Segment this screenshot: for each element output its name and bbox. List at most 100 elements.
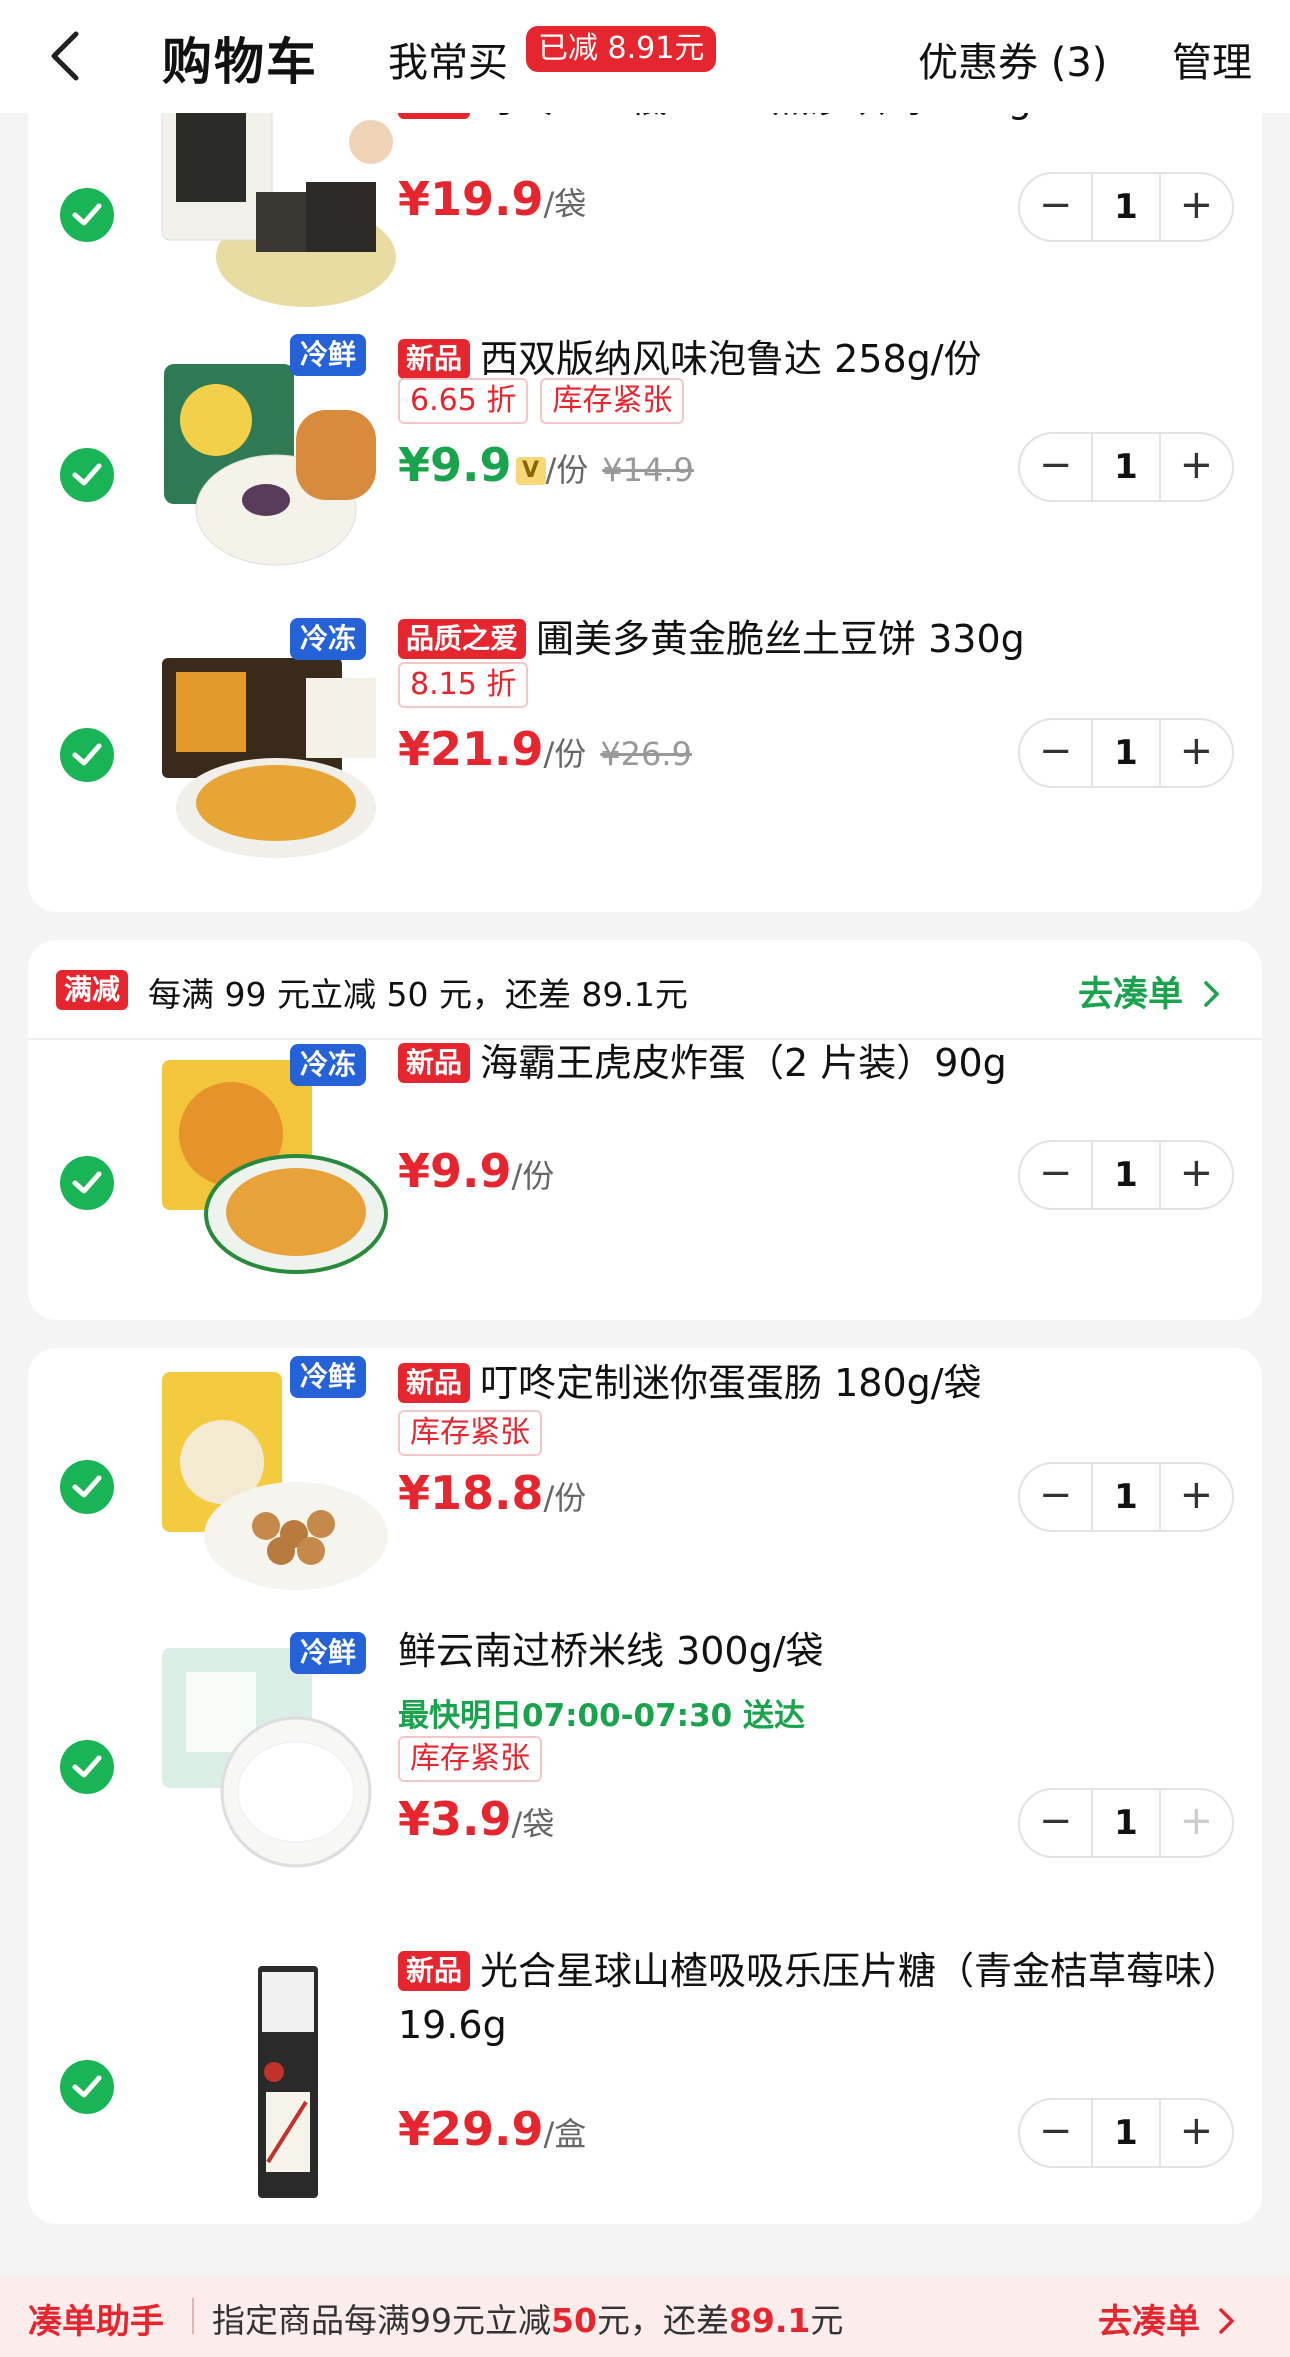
- product-image[interactable]: [156, 82, 396, 322]
- product-price: ¥3.9/袋: [398, 1792, 555, 1846]
- quantity-value[interactable]: 1: [1091, 720, 1161, 786]
- item-checkbox[interactable]: [60, 1460, 114, 1514]
- top-bar: 购物车 我常买 已减 8.91元 优惠券 (3) 管理: [0, 0, 1290, 113]
- decrease-button[interactable]: −: [1020, 172, 1091, 242]
- tab-frequent[interactable]: 我常买: [388, 30, 508, 88]
- product-name[interactable]: 鲜云南过桥米线 300g/袋: [398, 1624, 1248, 1678]
- promo-chips: 8.15 折: [398, 662, 529, 708]
- item-checkbox[interactable]: [60, 448, 114, 502]
- product-price: ¥9.9 V/份 ¥14.9: [398, 438, 694, 492]
- promo-chips: 6.65 折 库存紧张: [398, 378, 685, 424]
- product-image[interactable]: [156, 350, 396, 590]
- cart-item: 新品 光合星球山楂吸吸乐压片糖（青金桔草莓味）19.6g ¥29.9/盒 − 1 …: [28, 1948, 1262, 2224]
- quantity-value[interactable]: 1: [1091, 1790, 1161, 1856]
- product-name[interactable]: 新品 叮咚定制迷你蛋蛋肠 180g/袋: [398, 1356, 1248, 1410]
- cart-group-card: 冷鲜 新品 叮咚定制迷你蛋蛋肠 180g/袋 库存紧张 ¥18.8/份 − 1 +: [28, 1348, 1262, 2224]
- promo-tag: 满减: [56, 970, 129, 1010]
- quantity-stepper: − 1 +: [1018, 1788, 1234, 1858]
- quantity-stepper: − 1 +: [1018, 2098, 1234, 2168]
- add-on-link[interactable]: 去凑单: [1078, 966, 1221, 1017]
- product-image[interactable]: [156, 1962, 396, 2202]
- product-label: 新品: [398, 1951, 471, 1991]
- helper-description: 指定商品每满99元立减50元，还差89.1元: [212, 2301, 844, 2340]
- frozen-tag: 冷冻: [290, 1044, 367, 1086]
- product-label: 新品: [398, 1363, 471, 1403]
- product-label: 新品: [398, 1043, 471, 1083]
- cold-chain-tag: 冷鲜: [290, 334, 367, 376]
- cart-item: 冷冻 新品 海霸王虎皮炸蛋（2 片装）90g ¥9.9/份 − 1 +: [28, 1040, 1262, 1320]
- decrease-button[interactable]: −: [1020, 1140, 1091, 1210]
- decrease-button[interactable]: −: [1020, 432, 1091, 502]
- cart-group-card: 新品叮咚 V5 低 GI 五黑沙琪玛 360g ¥19.9/袋 − 1 + 冷鲜: [28, 76, 1262, 912]
- quantity-stepper: − 1 +: [1018, 1462, 1234, 1532]
- manage-button[interactable]: 管理: [1172, 30, 1252, 88]
- low-stock-chip: 库存紧张: [540, 378, 685, 424]
- chevron-right-icon: [1219, 2308, 1235, 2334]
- cold-chain-tag: 冷鲜: [290, 1356, 367, 1398]
- chevron-right-icon: [1204, 981, 1220, 1007]
- low-stock-chip: 库存紧张: [398, 1410, 542, 1456]
- increase-button[interactable]: +: [1161, 172, 1232, 242]
- product-label: 新品: [398, 339, 471, 379]
- product-price: ¥21.9/份 ¥26.9: [398, 722, 692, 776]
- low-stock-chip: 库存紧张: [398, 1736, 542, 1782]
- decrease-button[interactable]: −: [1020, 1788, 1091, 1858]
- product-label: 品质之爱: [398, 619, 527, 659]
- promo-chips: 库存紧张: [398, 1410, 542, 1456]
- cart-item: 冷冻 品质之爱 圃美多黄金脆丝土豆饼 330g 8.15 折 ¥21.9/份 ¥26…: [28, 616, 1262, 912]
- delivery-time: 最快明日07:00-07:30 送达: [398, 1698, 806, 1734]
- promo-text: 每满 99 元立减 50 元，还差 89.1元: [148, 975, 688, 1014]
- product-name[interactable]: 新品 光合星球山楂吸吸乐压片糖（青金桔草莓味）19.6g: [398, 1944, 1248, 2052]
- discount-chip: 8.15 折: [398, 662, 529, 708]
- increase-button[interactable]: +: [1161, 1140, 1232, 1210]
- add-on-button[interactable]: 去凑单: [1098, 2294, 1236, 2343]
- item-checkbox[interactable]: [60, 728, 114, 782]
- product-price: ¥18.8/份: [398, 1466, 587, 1520]
- decrease-button[interactable]: −: [1020, 2098, 1091, 2168]
- quantity-stepper: − 1 +: [1018, 718, 1234, 788]
- item-checkbox[interactable]: [60, 188, 114, 242]
- increase-button[interactable]: +: [1161, 1462, 1232, 1532]
- decrease-button[interactable]: −: [1020, 1462, 1091, 1532]
- product-name[interactable]: 品质之爱 圃美多黄金脆丝土豆饼 330g: [398, 612, 1248, 666]
- quantity-value[interactable]: 1: [1091, 1464, 1161, 1530]
- coupon-button[interactable]: 优惠券 (3): [918, 30, 1107, 88]
- add-on-helper-bar: 凑单助手 指定商品每满99元立减50元，还差89.1元 去凑单: [0, 2276, 1290, 2357]
- product-price: ¥19.9/袋: [398, 172, 587, 226]
- page-title: 购物车: [162, 33, 318, 91]
- item-checkbox[interactable]: [60, 1156, 114, 1210]
- product-image[interactable]: [156, 638, 396, 878]
- increase-button[interactable]: +: [1161, 718, 1232, 788]
- cart-item: 冷鲜 鲜云南过桥米线 300g/袋 最快明日07:00-07:30 送达 库存紧…: [28, 1628, 1262, 1948]
- product-image[interactable]: [156, 1054, 396, 1294]
- promo-row: 满减 每满 99 元立减 50 元，还差 89.1元 去凑单: [28, 940, 1262, 1040]
- quantity-stepper: − 1 +: [1018, 432, 1234, 502]
- quantity-value[interactable]: 1: [1091, 1142, 1161, 1208]
- helper-title: 凑单助手: [28, 2302, 164, 2342]
- quantity-stepper: − 1 +: [1018, 1140, 1234, 1210]
- cart-item: 冷鲜 新品 叮咚定制迷你蛋蛋肠 180g/袋 库存紧张 ¥18.8/份 − 1 +: [28, 1348, 1262, 1628]
- promo-chips: 库存紧张: [398, 1736, 542, 1782]
- quantity-value[interactable]: 1: [1091, 174, 1161, 240]
- frozen-tag: 冷冻: [290, 618, 367, 660]
- product-name[interactable]: 新品 海霸王虎皮炸蛋（2 片装）90g: [398, 1036, 1248, 1090]
- back-icon[interactable]: [44, 30, 88, 82]
- item-checkbox[interactable]: [60, 1740, 114, 1794]
- promo-group-card: 满减 每满 99 元立减 50 元，还差 89.1元 去凑单 冷冻 新品 海霸王虎…: [28, 940, 1262, 1320]
- increase-button[interactable]: +: [1161, 1788, 1232, 1858]
- discount-chip: 6.65 折: [398, 378, 529, 424]
- cart-item: 冷鲜 新品 西双版纳风味泡鲁达 258g/份 6.65 折 库存紧张 ¥9.9 V /…: [28, 334, 1262, 616]
- vip-icon: V: [515, 457, 546, 485]
- product-price: ¥9.9/份: [398, 1144, 555, 1198]
- product-price: ¥29.9/盒: [398, 2102, 587, 2156]
- discount-badge: 已减 8.91元: [526, 26, 717, 72]
- product-image[interactable]: [156, 1366, 396, 1606]
- divider: [192, 2298, 194, 2334]
- item-checkbox[interactable]: [60, 2060, 114, 2114]
- increase-button[interactable]: +: [1161, 432, 1232, 502]
- quantity-value[interactable]: 1: [1091, 434, 1161, 500]
- decrease-button[interactable]: −: [1020, 718, 1091, 788]
- quantity-value[interactable]: 1: [1091, 2100, 1161, 2166]
- increase-button[interactable]: +: [1161, 2098, 1232, 2168]
- product-image[interactable]: [156, 1642, 396, 1882]
